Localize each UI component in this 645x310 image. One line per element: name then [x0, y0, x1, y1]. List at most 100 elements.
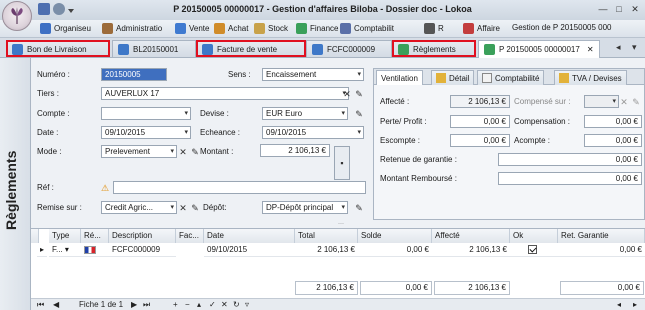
ref-field[interactable] — [113, 181, 366, 194]
menu-comptabilite[interactable]: Comptabilit — [340, 23, 394, 34]
edit-icon[interactable]: ✎ — [630, 96, 642, 108]
cart-icon — [175, 23, 186, 34]
edit-icon[interactable]: ✎ — [189, 202, 201, 214]
splitter-handle[interactable]: ··· — [331, 221, 351, 227]
ok-checkbox[interactable] — [528, 245, 537, 255]
grid-header-description[interactable]: Description — [109, 229, 176, 243]
first-record-icon[interactable]: ⏮ — [37, 299, 44, 310]
grid-header-total[interactable]: Total — [295, 229, 358, 243]
compense-select[interactable]: ▾ — [584, 95, 619, 108]
add-record-icon[interactable]: + — [173, 299, 178, 310]
menu-organiseur[interactable]: Organiseu — [40, 23, 91, 34]
purchase-icon — [214, 23, 225, 34]
cancel-record-icon[interactable]: ✕ — [221, 299, 228, 310]
refresh-icon[interactable]: ↻ — [233, 299, 240, 310]
grid-header-ret-garantie[interactable]: Ret. Garantie — [558, 229, 645, 243]
minimize-icon[interactable]: — — [595, 2, 611, 16]
row-ret-cell[interactable]: 0,00 € — [558, 243, 645, 257]
ref-label: Réf : — [37, 183, 54, 192]
menu-finance[interactable]: Finance — [296, 23, 338, 34]
maximize-icon[interactable]: □ — [611, 2, 627, 16]
edit-icon[interactable]: ✎ — [353, 108, 365, 120]
edit-icon[interactable]: ✎ — [353, 202, 365, 214]
compense-label: Compensé sur : — [514, 97, 571, 106]
tab-bl20150001[interactable]: BL20150001 — [112, 40, 196, 57]
montant-field[interactable]: 2 106,13 € — [260, 144, 330, 157]
grid-header-facture[interactable]: Fac... — [176, 229, 204, 243]
clear-icon[interactable]: ✕ — [177, 146, 189, 158]
app-logo[interactable] — [2, 1, 32, 31]
echeance-field[interactable]: 09/10/2015 ▾ — [262, 126, 364, 139]
montant-label: Montant : — [200, 147, 234, 156]
scroll-left-icon[interactable]: ◂ — [617, 299, 621, 310]
mode-select[interactable]: Prelevement ▾ — [101, 145, 177, 158]
tab-ventilation[interactable]: Ventilation — [376, 70, 423, 85]
edit-record-icon[interactable]: ▴ — [197, 299, 201, 310]
last-record-icon[interactable]: ⏭ — [143, 299, 150, 310]
edit-icon[interactable]: ✎ — [353, 88, 365, 100]
tab-reglements[interactable]: Règlements — [392, 40, 476, 57]
calculator-icon[interactable]: ▪ — [334, 146, 350, 180]
scroll-right-icon[interactable]: ▸ — [633, 299, 637, 310]
folder-icon — [436, 73, 446, 83]
retenue-field[interactable]: 0,00 € — [498, 153, 642, 166]
tab-fcfc000009[interactable]: FCFC000009 — [306, 40, 392, 57]
menu-affaire[interactable]: Affaire — [463, 23, 500, 34]
devise-select[interactable]: EUR Euro ▾ — [262, 107, 348, 120]
row-ok-cell[interactable] — [510, 243, 558, 257]
remise-select[interactable]: Credit Agric... ▾ — [101, 201, 177, 214]
chevron-down-icon: ▾ — [170, 204, 174, 211]
menu-achat[interactable]: Achat — [214, 23, 248, 34]
clear-icon[interactable]: ✕ — [341, 88, 353, 100]
acompte-field[interactable]: 0,00 € — [584, 134, 642, 147]
invoice-icon — [312, 43, 323, 55]
tab-facture-de-vente[interactable]: Facture de vente — [196, 40, 306, 57]
tab-tva-devises[interactable]: TVA / Devises — [554, 70, 627, 85]
row-solde-cell[interactable]: 0,00 € — [358, 243, 432, 257]
filter-icon[interactable]: ▿ — [245, 299, 249, 310]
row-ref-cell[interactable] — [81, 243, 109, 257]
grid-header-ok[interactable]: Ok — [510, 229, 558, 243]
tab-bon-de-livraison[interactable]: Bon de Livraison — [6, 40, 110, 57]
prev-record-icon[interactable]: ◀ — [53, 299, 59, 310]
next-record-icon[interactable]: ▶ — [131, 299, 137, 310]
tiers-select[interactable]: AUVERLUX 17 ▾ — [101, 87, 349, 100]
row-total-cell[interactable]: 2 106,13 € — [295, 243, 358, 257]
delete-record-icon[interactable]: − — [185, 299, 190, 310]
close-tab-icon[interactable]: ✕ — [587, 45, 594, 54]
ledger-icon — [482, 73, 492, 83]
post-record-icon[interactable]: ✓ — [209, 299, 216, 310]
date-field[interactable]: 09/10/2015 ▾ — [101, 126, 191, 139]
numero-field[interactable]: 20150005 — [101, 68, 167, 81]
row-affecte-cell[interactable]: 2 106,13 € — [432, 243, 510, 257]
clear-icon[interactable]: ✕ — [618, 96, 630, 108]
row-description-cell[interactable]: FCFC000009 — [109, 243, 176, 257]
menu-vente[interactable]: Vente — [175, 23, 209, 34]
menu-gestion[interactable]: Gestion de P 20150005 000 — [512, 23, 612, 32]
row-date-cell[interactable]: 09/10/2015 — [204, 243, 295, 257]
tab-comptabilite[interactable]: Comptabilité — [477, 70, 545, 85]
grid-header-solde[interactable]: Solde — [358, 229, 432, 243]
menu-administration[interactable]: Administratio — [102, 23, 162, 34]
montant-rembourse-field[interactable]: 0,00 € — [498, 172, 642, 185]
compte-select[interactable]: ▾ — [101, 107, 191, 120]
escompte-field[interactable]: 0,00 € — [450, 134, 510, 147]
menu-r[interactable]: R — [424, 23, 444, 34]
tab-detail[interactable]: Détail — [431, 70, 475, 85]
close-icon[interactable]: ✕ — [627, 2, 643, 16]
clear-icon[interactable]: ✕ — [177, 202, 189, 214]
tab-p20150005[interactable]: P 20150005 00000017 ✕ — [478, 40, 600, 58]
people-icon — [424, 23, 435, 34]
tab-list-icon[interactable]: ▾ — [632, 42, 637, 53]
row-type-cell[interactable]: F... ▾ — [49, 243, 81, 257]
grid-header-affecte[interactable]: Affecté — [432, 229, 510, 243]
perte-field[interactable]: 0,00 € — [450, 115, 510, 128]
compensation-field[interactable]: 0,00 € — [584, 115, 642, 128]
menu-stock[interactable]: Stock — [254, 23, 288, 34]
grid-header-date[interactable]: Date — [204, 229, 295, 243]
grid-header-ref[interactable]: Ré... — [81, 229, 109, 243]
depot-select[interactable]: DP-Dépôt principal ▾ — [262, 201, 348, 214]
tab-scroll-left-icon[interactable]: ◂ — [616, 42, 621, 53]
grid-header-type[interactable]: Type — [49, 229, 81, 243]
sens-select[interactable]: Encaissement ▾ — [262, 68, 364, 81]
